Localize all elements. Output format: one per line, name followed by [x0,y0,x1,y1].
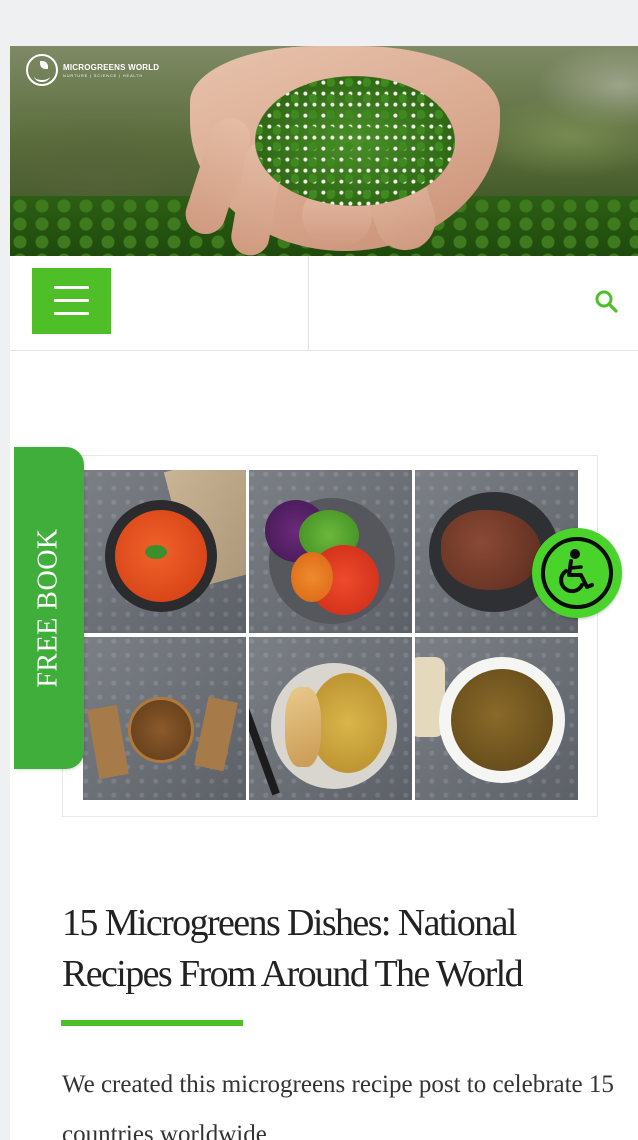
featured-image[interactable] [62,455,598,817]
logo-name: MICROGREENS WORLD [63,62,160,72]
free-book-tab[interactable]: FREE BOOK [14,447,84,769]
chicken-rice-photo [249,637,412,800]
title-underline [61,1020,243,1026]
sprout-bowl-logo-icon [26,54,58,86]
dishes-collage [83,470,579,804]
granola-bars-photo [83,637,246,800]
stew-soup-photo [415,637,578,800]
site-logo[interactable]: MICROGREENS WORLD NURTURE | SCIENCE | HE… [26,54,159,86]
free-book-label: FREE BOOK [33,528,65,688]
page: MICROGREENS WORLD NURTURE | SCIENCE | HE… [10,0,638,1140]
article-title[interactable]: 15 Microgreens Dishes: National Recipes … [62,898,622,1000]
nav-bar [10,256,638,351]
vegetable-salad-photo [249,470,412,633]
article-excerpt: We created this microgreens recipe post … [62,1071,614,1140]
search-icon[interactable] [594,289,618,313]
accessibility-button[interactable] [532,528,622,618]
hero-banner: MICROGREENS WORLD NURTURE | SCIENCE | HE… [10,46,638,256]
tomato-soup-photo [83,470,246,633]
logo-tagline: NURTURE | SCIENCE | HEALTH [63,72,144,78]
wheelchair-icon [559,549,594,594]
microgreens-sprouts-image [255,76,455,206]
nav-divider [308,256,309,351]
menu-button[interactable] [32,268,111,334]
browser-top-strip [10,0,638,46]
